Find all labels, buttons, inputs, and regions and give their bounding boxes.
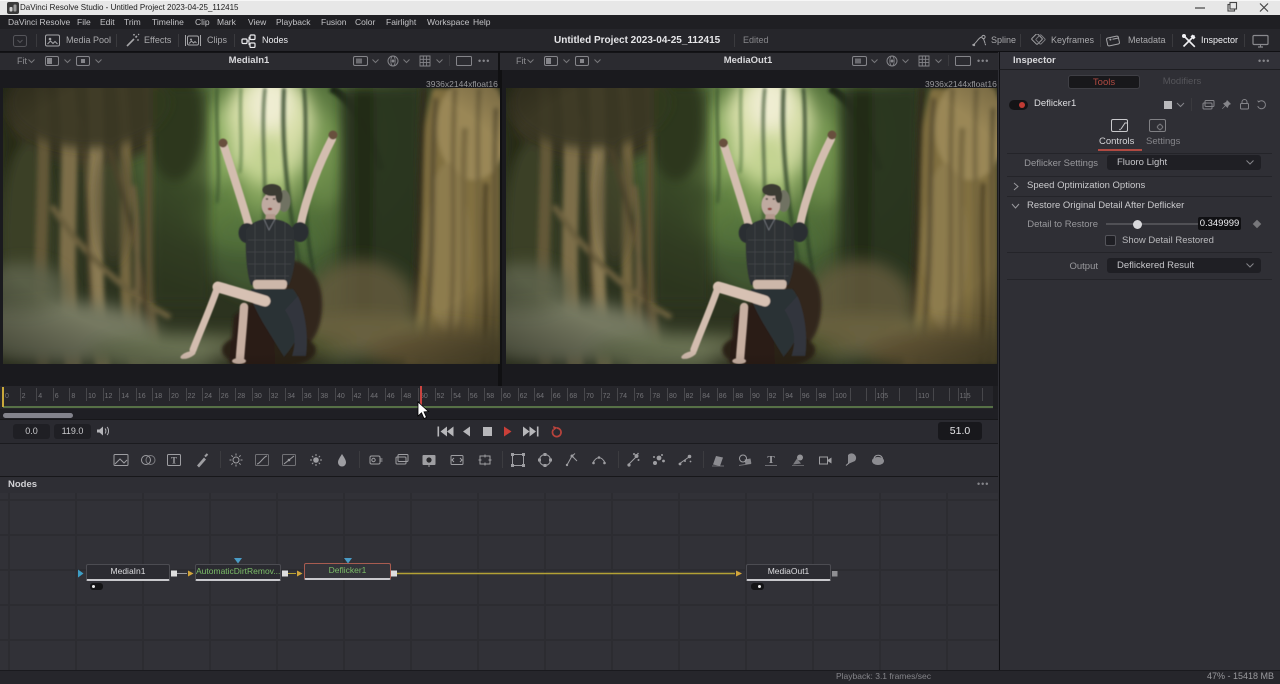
svg-text:T: T <box>171 456 177 466</box>
svg-text:T: T <box>767 454 775 466</box>
